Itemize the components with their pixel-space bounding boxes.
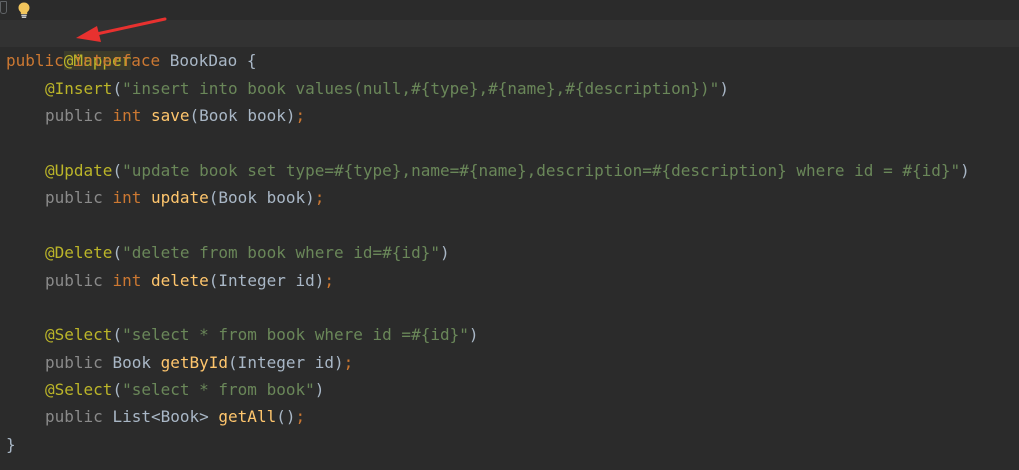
- return-type: List<Book>: [112, 407, 209, 427]
- bookmark-icon[interactable]: [0, 1, 7, 14]
- semicolon: ;: [295, 407, 306, 427]
- update-sql-string: "update book set type=#{type},name=#{nam…: [122, 160, 961, 180]
- code-line-16[interactable]: }: [0, 431, 1019, 458]
- code-line-1[interactable]: @Mapper: [0, 20, 1019, 71]
- paren-open: (: [112, 380, 123, 400]
- keyword-public: public: [45, 352, 103, 372]
- method-update[interactable]: update: [151, 188, 209, 207]
- method-delete[interactable]: delete: [151, 271, 209, 290]
- paren-close: ): [468, 325, 479, 345]
- paren-open: (: [112, 160, 123, 180]
- code-line-5[interactable]: [0, 130, 1019, 157]
- code-line-7[interactable]: public int update(Book book);: [0, 184, 1019, 211]
- semicolon: ;: [295, 106, 306, 126]
- keyword-interface: interface: [73, 51, 161, 71]
- keyword-public: public: [45, 270, 103, 290]
- select-by-id-sql-string: "select * from book where id =#{id}": [122, 325, 469, 345]
- method-params: (Integer id): [208, 270, 325, 290]
- paren-close: ): [439, 243, 450, 263]
- paren-close: ): [960, 160, 970, 180]
- code-line-8[interactable]: [0, 212, 1019, 239]
- return-type: int: [112, 188, 142, 208]
- interface-name[interactable]: BookDao: [170, 51, 237, 70]
- delete-annotation[interactable]: @Delete: [45, 243, 112, 262]
- delete-sql-string: "delete from book where id=#{id}": [122, 243, 440, 263]
- code-line-11[interactable]: [0, 294, 1019, 321]
- paren-open: (: [112, 243, 123, 263]
- code-line-2[interactable]: public interface BookDao {: [0, 47, 1019, 74]
- semicolon: ;: [324, 270, 335, 290]
- insert-annotation[interactable]: @Insert: [45, 79, 112, 98]
- select-all-sql-string: "select * from book": [122, 380, 315, 400]
- return-type: int: [112, 106, 142, 126]
- code-line-12[interactable]: @Select("select * from book where id =#{…: [0, 321, 1019, 348]
- keyword-public: public: [45, 188, 103, 208]
- semicolon: ;: [314, 188, 325, 208]
- method-params: (Book book): [189, 106, 296, 126]
- select-annotation[interactable]: @Select: [45, 380, 112, 399]
- code-line-4[interactable]: public int save(Book book);: [0, 102, 1019, 129]
- keyword-public: public: [45, 407, 103, 427]
- method-get-by-id[interactable]: getById: [161, 353, 228, 372]
- select-annotation[interactable]: @Select: [45, 325, 112, 344]
- insert-sql-string: "insert into book values(null,#{type},#{…: [122, 78, 720, 98]
- code-line-13[interactable]: public Book getById(Integer id);: [0, 349, 1019, 376]
- code-line-14[interactable]: @Select("select * from book"): [0, 376, 1019, 403]
- method-params: (Book book): [208, 188, 315, 208]
- code-line-3[interactable]: @Insert("insert into book values(null,#{…: [0, 75, 1019, 102]
- return-type: int: [112, 270, 142, 290]
- method-params: (): [276, 407, 296, 427]
- code-line-15[interactable]: public List<Book> getAll();: [0, 403, 1019, 430]
- method-params: (Integer id): [228, 352, 344, 372]
- code-line-6[interactable]: @Update("update book set type=#{type},na…: [0, 157, 1019, 184]
- paren-open: (: [112, 325, 123, 345]
- update-annotation[interactable]: @Update: [45, 161, 112, 180]
- method-get-all[interactable]: getAll: [218, 407, 276, 426]
- paren-close: ): [314, 380, 325, 400]
- code-line-9[interactable]: @Delete("delete from book where id=#{id}…: [0, 239, 1019, 266]
- close-brace: }: [6, 434, 16, 454]
- return-type: Book: [112, 352, 151, 372]
- code-editor[interactable]: @Mapper public interface BookDao { @Inse…: [0, 0, 1019, 470]
- code-lines: @Mapper public interface BookDao { @Inse…: [0, 20, 1019, 458]
- keyword-public: public: [45, 106, 103, 126]
- keyword-public: public: [6, 51, 64, 71]
- code-line-10[interactable]: public int delete(Integer id);: [0, 267, 1019, 294]
- paren-close: ): [719, 78, 729, 98]
- lightbulb-icon[interactable]: [15, 1, 33, 19]
- paren-open: (: [112, 78, 123, 98]
- open-brace: {: [237, 51, 257, 71]
- semicolon: ;: [343, 352, 354, 372]
- method-save[interactable]: save: [151, 106, 190, 125]
- editor-gutter-strip: [0, 0, 1019, 20]
